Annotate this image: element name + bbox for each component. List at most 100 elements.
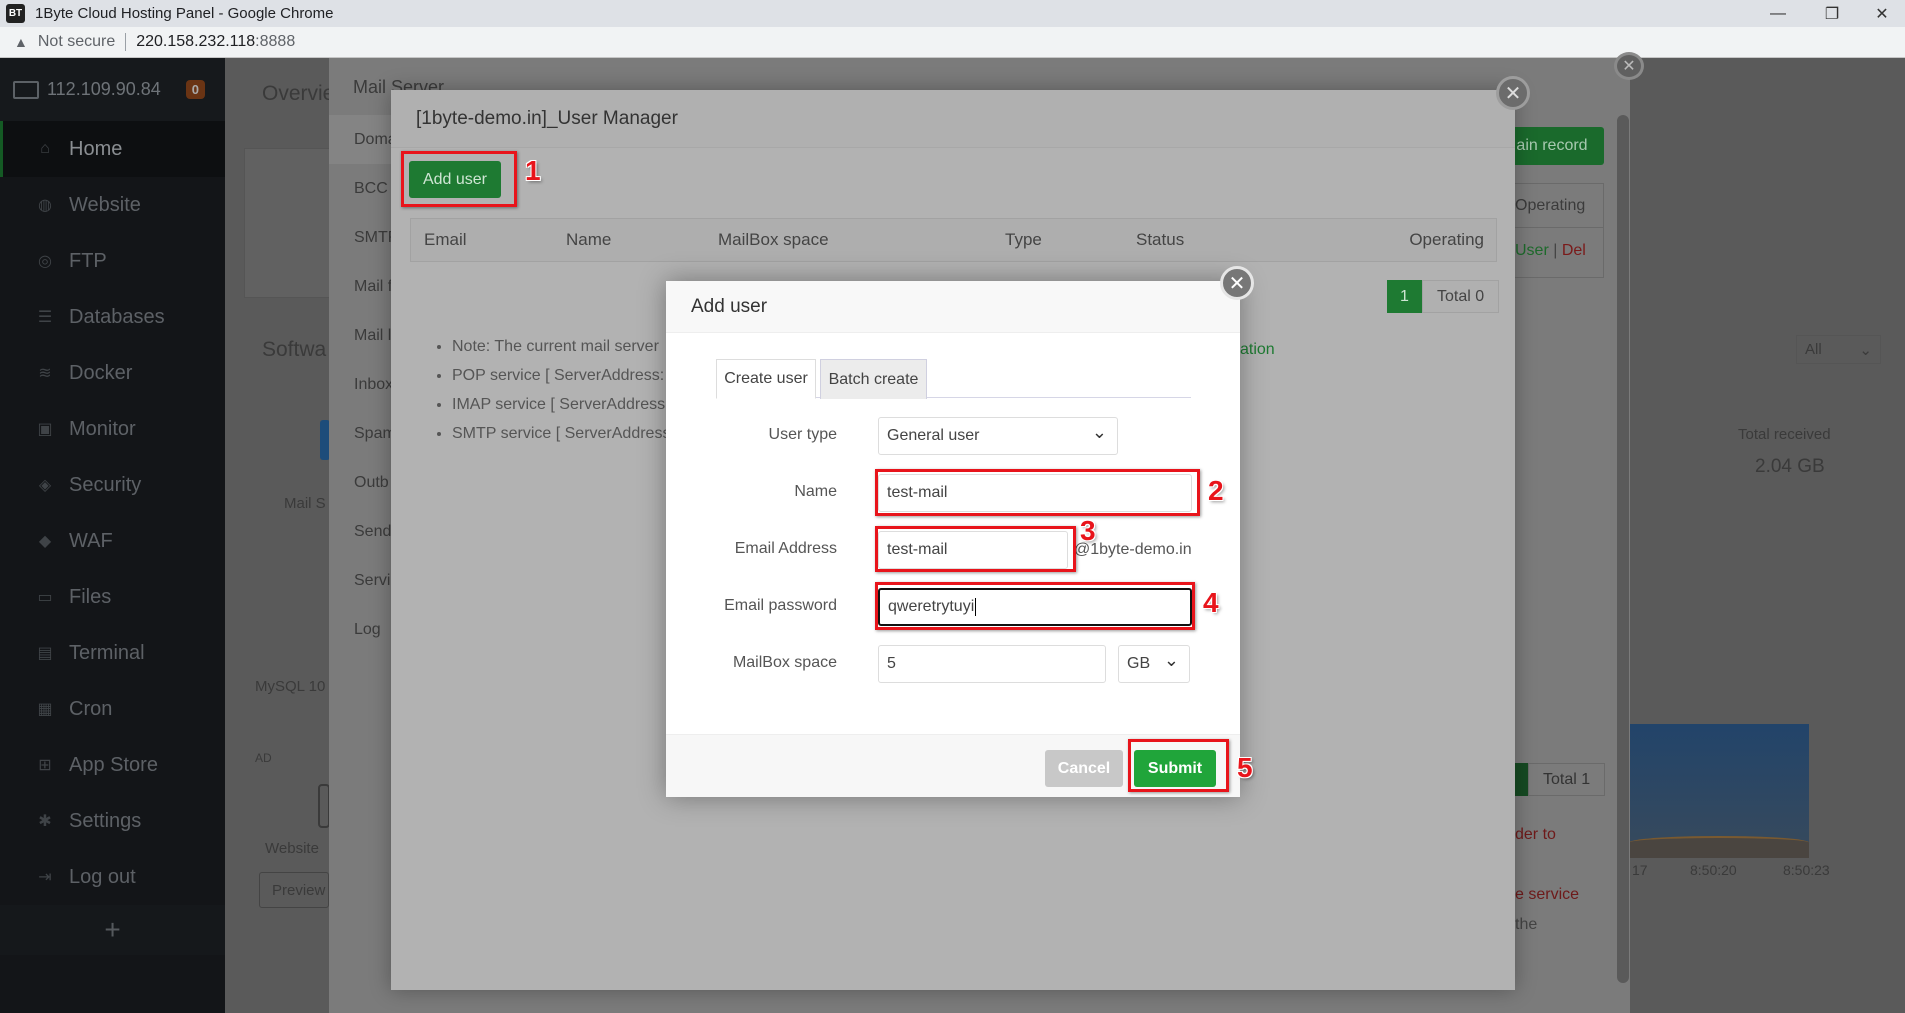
sidebar-item-label: Terminal [69,641,145,664]
sidebar-header: 112.109.90.84 0 [0,58,225,121]
sidebar-item-cron[interactable]: ▦ Cron [0,681,225,737]
scrollbar[interactable] [1617,115,1629,983]
sidebar-item-label: Files [69,585,112,608]
notes-link[interactable]: ation [1240,341,1275,359]
warning-text: e service [1515,886,1580,903]
sidebar-item-label: App Store [69,753,158,776]
website-template-label: Website [265,840,319,857]
note-item: Note: The current mail server [452,338,670,356]
notification-badge[interactable]: 0 [185,80,205,99]
mail-server-app-label[interactable]: Mail S [284,495,326,512]
name-input[interactable]: test-mail [878,474,1192,512]
sidebar-item-waf[interactable]: ◆ WAF [0,513,225,569]
window-title: 1Byte Cloud Hosting Panel - Google Chrom… [35,5,334,22]
mysql-app-label[interactable]: MySQL 10 [255,678,325,695]
preview-button[interactable]: Preview [259,872,329,908]
restore-icon: ❐ [1824,5,1840,23]
password-row: Email password qweretrytuyi [666,588,1240,626]
submit-button[interactable]: Submit [1134,750,1216,787]
close-icon: ✕ [1504,82,1522,105]
tab-batch-create[interactable]: Batch create [820,359,927,399]
chart-tick: 8:50:20 [1690,862,1737,878]
add-menu-button[interactable]: + [0,905,225,955]
total-received-value: 2.04 GB [1755,456,1825,477]
user-manager-close-button[interactable]: ✕ [1496,76,1530,110]
monitor-icon: ▣ [37,421,53,438]
sidebar-item-terminal[interactable]: ▤ Terminal [0,625,225,681]
sidebar-item-label: Log out [69,865,136,888]
address-bar[interactable]: ▲ Not secure 220.158.232.118:8888 [0,27,1905,58]
shield-icon: ◈ [38,477,52,494]
column-header[interactable]: Operating [1409,230,1484,250]
user-link[interactable]: User [1515,242,1549,259]
sidebar-item-security[interactable]: ◈ Security [0,457,225,513]
add-user-dialog-title: Add user [666,281,1240,333]
email-label: Email Address [734,540,837,557]
database-icon: ☰ [37,309,53,326]
ad-label: AD [255,751,272,765]
grid-icon: ⊞ [38,757,52,774]
column-header[interactable]: Type [1005,230,1042,250]
pager-current[interactable] [1515,763,1528,796]
password-input[interactable]: qweretrytuyi [878,588,1192,626]
minimize-button[interactable]: — [1755,0,1801,27]
add-user-close-button[interactable]: ✕ [1220,266,1254,300]
server-ip: 112.109.90.84 [47,79,161,99]
sidebar-item-label: Website [69,193,141,216]
add-user-tabs: Create user Batch create [716,359,1191,399]
sidebar-item-monitor[interactable]: ▣ Monitor [0,401,225,457]
email-input[interactable]: test-mail [878,531,1068,569]
traffic-chart-series [1629,836,1809,858]
user-type-row: User type General user [666,417,1240,455]
mailbox-unit-select[interactable]: GB [1118,645,1190,683]
close-window-button[interactable]: ✕ [1859,0,1905,27]
total-received-label: Total received [1738,426,1831,443]
terminal-icon: ▤ [37,645,53,662]
name-row: Name test-mail [666,474,1240,512]
restore-button[interactable]: ❐ [1809,0,1855,27]
sidebar-item-home[interactable]: ⌂ Home [0,121,225,177]
warning-icon: ▲ [14,34,28,50]
delete-link[interactable]: Del [1562,242,1586,259]
gear-icon: ✱ [38,813,52,830]
chart-tick: 17 [1632,862,1648,878]
column-header[interactable]: MailBox space [718,230,829,250]
mailbox-space-input[interactable]: 5 [878,645,1106,683]
monitor-icon [13,80,39,99]
user-type-label: User type [768,426,837,443]
add-user-button[interactable]: Add user [409,161,501,198]
sidebar-item-website[interactable]: ◍ Website [0,177,225,233]
security-label[interactable]: Not secure [38,33,115,51]
sidebar-item-databases[interactable]: ☰ Databases [0,289,225,345]
note-item: POP service [ ServerAddress: [452,367,670,385]
sidebar-item-app-store[interactable]: ⊞ App Store [0,737,225,793]
column-header[interactable]: Name [566,230,611,250]
filter-select[interactable]: All ⌄ [1796,335,1881,364]
user-type-select[interactable]: General user [878,417,1118,455]
user-table-header: Email Name MailBox space Type Status Ope… [410,218,1497,262]
sidebar-item-settings[interactable]: ✱ Settings [0,793,225,849]
overview-title: Overvie [262,82,335,105]
sidebar-item-docker[interactable]: ≋ Docker [0,345,225,401]
minimize-icon: — [1770,4,1786,22]
mail-panel-close-button[interactable]: ✕ [1614,52,1644,80]
url-text[interactable]: 220.158.232.118:8888 [136,33,295,51]
user-pager: 1 Total 0 [1387,280,1500,313]
sidebar-item-label: Home [69,137,123,160]
tab-create-user[interactable]: Create user [716,359,816,399]
ftp-icon: ◎ [38,253,52,270]
note-item: IMAP service [ ServerAddress [452,396,670,414]
mailbox-space-row: MailBox space 5 GB [666,645,1240,683]
annotation-number: 4 [1203,587,1219,618]
cancel-button[interactable]: Cancel [1045,750,1123,787]
annotation-number: 5 [1237,752,1253,783]
pager-current-page[interactable]: 1 [1387,280,1422,313]
waf-icon: ◆ [38,533,52,550]
add-domain-record-button[interactable]: ain record [1500,127,1604,165]
warning-text: the [1515,916,1538,933]
column-header[interactable]: Status [1136,230,1184,250]
sidebar-item-files[interactable]: ▭ Files [0,569,225,625]
column-header[interactable]: Email [424,230,467,250]
sidebar-item-log-out[interactable]: ⇥ Log out [0,849,225,905]
sidebar-item-ftp[interactable]: ◎ FTP [0,233,225,289]
